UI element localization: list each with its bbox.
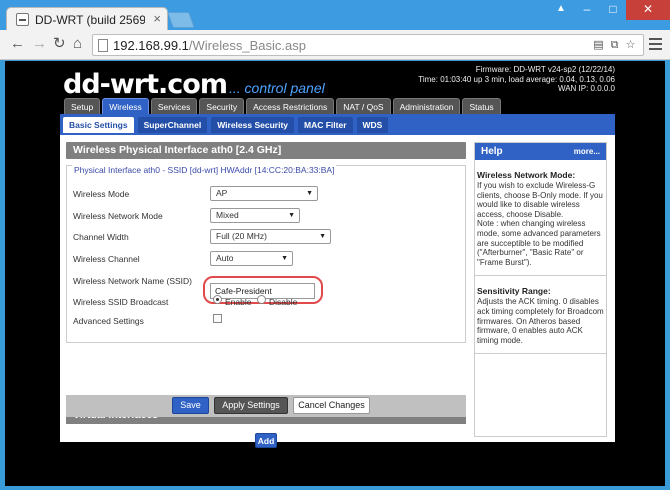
chevron-down-icon: ▼ — [281, 255, 288, 262]
network-mode-select[interactable]: Mixed ▼ — [210, 208, 300, 223]
help-text-network-mode: If you wish to exclude Wireless-G client… — [477, 181, 603, 219]
help-heading-network-mode: Wireless Network Mode: — [477, 170, 576, 180]
help-header: Help more... — [475, 143, 606, 160]
help-text-sensitivity: Adjusts the ACK timing. 0 disables ack t… — [477, 297, 604, 345]
tab-administration[interactable]: Administration — [392, 98, 461, 114]
tab-security[interactable]: Security — [199, 98, 245, 114]
action-bar: Save Apply Settings Cancel Changes — [66, 395, 466, 417]
page-icon — [98, 39, 108, 52]
channel-width-select[interactable]: Full (20 MHz) ▼ — [210, 229, 331, 244]
section-title: Wireless Physical Interface ath0 [2.4 GH… — [66, 142, 466, 159]
uptime-text: Time: 01:03:40 up 3 min, load average: 0… — [418, 74, 615, 84]
broadcast-enable-radio[interactable] — [213, 295, 222, 304]
subtab-mac-filter[interactable]: MAC Filter — [298, 117, 353, 133]
interface-legend: Physical Interface ath0 - SSID [dd-wrt] … — [72, 165, 337, 175]
save-button[interactable]: Save — [172, 397, 209, 414]
reload-icon[interactable]: ↻ — [53, 36, 66, 52]
wireless-channel-label: Wireless Channel — [73, 254, 140, 264]
tab-status[interactable]: Status — [462, 98, 501, 114]
ssid-broadcast-label: Wireless SSID Broadcast — [73, 297, 169, 307]
firmware-info: Firmware: DD-WRT v24-sp2 (12/22/14) Time… — [418, 65, 615, 94]
subtab-wireless-security[interactable]: Wireless Security — [211, 117, 294, 133]
cancel-changes-button[interactable]: Cancel Changes — [293, 397, 370, 414]
page-action-icon[interactable]: ▤ — [592, 39, 605, 52]
help-note: Note : when changing wireless mode, some… — [477, 219, 601, 267]
home-icon[interactable]: ⌂ — [73, 36, 82, 52]
wan-ip-text: WAN IP: 0.0.0.0 — [557, 84, 615, 93]
minimize-button[interactable]: – — [574, 0, 600, 20]
wireless-mode-label: Wireless Mode — [73, 189, 130, 199]
translate-icon[interactable]: ⧉ — [608, 39, 621, 52]
tab-title: DD-WRT (build 2569 — [35, 13, 145, 27]
logo-subtitle: ... control panel — [229, 80, 325, 96]
forward-arrow-icon[interactable]: → — [32, 36, 47, 52]
advanced-settings-label: Advanced Settings — [73, 316, 144, 326]
url-text: 192.168.99.1/Wireless_Basic.asp — [113, 38, 306, 53]
advanced-settings-checkbox[interactable] — [213, 314, 222, 323]
wireless-channel-select[interactable]: Auto ▼ — [210, 251, 293, 266]
subtab-basic-settings[interactable]: Basic Settings — [63, 117, 134, 133]
help-panel: Help more... Wireless Network Mode: If y… — [474, 142, 607, 437]
help-title: Help — [481, 146, 503, 157]
channel-width-label: Channel Width — [73, 232, 129, 242]
help-more-link[interactable]: more... — [574, 143, 600, 160]
wireless-panel: Wireless Physical Interface ath0 [2.4 GH… — [66, 142, 466, 343]
browser-window: DD-WRT (build 2569 × ▲ – □ ✕ ← → ↻ ⌂ 192… — [0, 0, 670, 490]
tab-access-restrictions[interactable]: Access Restrictions — [246, 98, 335, 114]
apply-settings-button[interactable]: Apply Settings — [214, 397, 288, 414]
enable-label: Enable — [225, 297, 252, 307]
browser-tabbar: DD-WRT (build 2569 × ▲ – □ ✕ — [0, 0, 670, 31]
tab-nat-qos[interactable]: NAT / QoS — [336, 98, 391, 114]
window-controls: ▲ – □ ✕ — [548, 0, 670, 20]
user-profile-icon[interactable]: ▲ — [548, 0, 574, 20]
page-viewport: dd-wrt.com ... control panel Firmware: D… — [5, 61, 665, 486]
router-favicon-icon — [16, 13, 29, 26]
help-divider — [475, 353, 606, 355]
firmware-version: Firmware: DD-WRT v24-sp2 (12/22/14) — [475, 65, 615, 74]
chevron-down-icon: ▼ — [319, 233, 326, 240]
add-button[interactable]: Add — [255, 433, 277, 448]
wireless-mode-select[interactable]: AP ▼ — [210, 186, 318, 201]
sub-tab-bar: Basic Settings SuperChannel Wireless Sec… — [60, 114, 615, 135]
chevron-down-icon: ▼ — [288, 212, 295, 219]
tab-wireless[interactable]: Wireless — [102, 98, 149, 114]
tab-services[interactable]: Services — [150, 98, 198, 114]
main-tabs: Setup Wireless Services Security Access … — [64, 98, 501, 114]
tab-setup[interactable]: Setup — [64, 98, 101, 114]
menu-icon[interactable] — [649, 38, 662, 53]
subtab-wds[interactable]: WDS — [356, 117, 389, 133]
close-window-button[interactable]: ✕ — [626, 0, 670, 20]
help-heading-sensitivity: Sensitivity Range: — [477, 286, 551, 297]
maximize-button[interactable]: □ — [600, 0, 626, 20]
chevron-down-icon: ▼ — [306, 190, 313, 197]
help-divider — [475, 275, 606, 277]
new-tab-button[interactable] — [167, 12, 195, 28]
subtab-superchannel[interactable]: SuperChannel — [137, 117, 208, 133]
ddwrt-logo: dd-wrt.com — [63, 69, 228, 100]
back-arrow-icon[interactable]: ← — [10, 36, 25, 52]
tab-close-icon[interactable]: × — [153, 11, 161, 26]
broadcast-disable-radio[interactable] — [257, 295, 266, 304]
bookmark-star-icon[interactable]: ☆ — [624, 39, 637, 52]
browser-tab[interactable]: DD-WRT (build 2569 × — [6, 7, 168, 31]
address-bar[interactable]: 192.168.99.1/Wireless_Basic.asp ▤ ⧉ ☆ — [92, 34, 644, 56]
ssid-label: Wireless Network Name (SSID) — [73, 276, 193, 286]
disable-label: Disable — [269, 297, 298, 307]
browser-toolbar: ← → ↻ ⌂ 192.168.99.1/Wireless_Basic.asp … — [0, 30, 670, 60]
interface-fieldset: Physical Interface ath0 - SSID [dd-wrt] … — [66, 165, 466, 343]
network-mode-label: Wireless Network Mode — [73, 211, 163, 221]
